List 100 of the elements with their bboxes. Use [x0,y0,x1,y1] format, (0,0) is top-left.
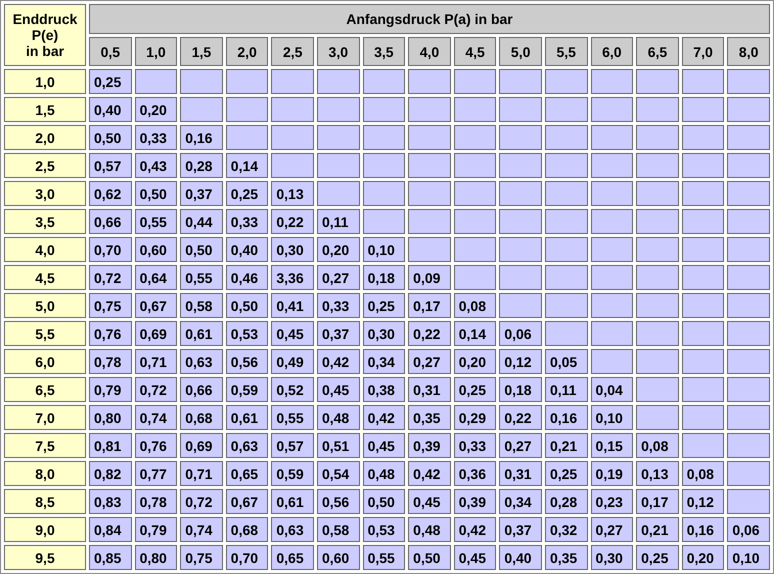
table-cell: 0,44 [180,209,223,234]
empty-cell [454,153,496,178]
table-cell: 0,25 [89,69,132,94]
empty-cell [408,181,451,206]
table-cell: 0,17 [408,293,451,318]
table-cell: 0,71 [134,349,178,374]
table-cell: 0,25 [362,293,406,318]
empty-cell [682,405,724,430]
empty-cell [499,97,542,122]
table-cell: 0,30 [590,545,634,570]
empty-cell [727,153,770,178]
table-cell: 0,51 [316,433,360,458]
empty-cell [316,125,360,150]
table-cell: 0,11 [316,209,360,234]
table-cell: 0,50 [89,125,132,150]
table-cell: 0,12 [682,489,724,514]
table-cell: 0,72 [89,265,132,290]
table-cell: 0,22 [499,405,542,430]
table-cell: 0,52 [271,377,314,402]
empty-cell [590,181,634,206]
table-cell: 0,27 [316,265,360,290]
table-cell: 0,37 [180,181,223,206]
table-cell: 0,25 [636,545,679,570]
table-cell: 0,20 [454,349,496,374]
table-cell: 0,42 [362,405,406,430]
empty-cell [590,349,634,374]
table-cell: 0,76 [89,321,132,346]
empty-cell [180,97,223,122]
empty-cell [682,153,724,178]
row-header: 4,5 [4,265,86,290]
empty-cell [271,153,314,178]
empty-cell [727,433,770,458]
table-cell: 0,68 [226,517,268,542]
empty-cell [362,97,406,122]
table-cell: 0,20 [316,237,360,262]
empty-cell [590,293,634,318]
table-cell: 0,40 [499,545,542,570]
table-cell: 0,14 [454,321,496,346]
table-cell: 0,56 [226,349,268,374]
table-cell: 0,30 [271,237,314,262]
column-header: 0,5 [89,37,132,66]
row-header: 9,0 [4,517,86,542]
empty-cell [408,97,451,122]
table-cell: 0,38 [362,377,406,402]
empty-cell [682,237,724,262]
table-cell: 0,10 [590,405,634,430]
empty-cell [727,489,770,514]
table-cell: 0,25 [226,181,268,206]
empty-cell [544,125,588,150]
table-cell: 0,22 [408,321,451,346]
empty-cell [499,293,542,318]
empty-cell [454,125,496,150]
empty-cell [636,69,679,94]
row-header-title: Enddruck P(e) in bar [4,4,86,66]
empty-cell [682,69,724,94]
empty-cell [134,69,178,94]
empty-cell [636,125,679,150]
table-cell: 0,79 [134,517,178,542]
empty-cell [408,69,451,94]
table-cell: 0,42 [408,461,451,486]
empty-cell [636,405,679,430]
empty-cell [590,265,634,290]
table-cell: 0,33 [226,209,268,234]
row-header: 2,5 [4,153,86,178]
table-cell: 0,55 [271,405,314,430]
table-cell: 0,62 [89,181,132,206]
empty-cell [499,265,542,290]
table-cell: 0,45 [271,321,314,346]
empty-cell [727,125,770,150]
column-header: 1,5 [180,37,223,66]
empty-cell [362,125,406,150]
table-cell: 0,21 [636,517,679,542]
empty-cell [454,97,496,122]
table-cell: 0,31 [499,461,542,486]
empty-cell [454,69,496,94]
table-cell: 0,80 [89,405,132,430]
empty-cell [544,153,588,178]
table-cell: 0,16 [180,125,223,150]
table-cell: 0,61 [271,489,314,514]
empty-cell [636,209,679,234]
table-cell: 0,63 [180,349,223,374]
table-cell: 0,11 [544,377,588,402]
column-header: 1,0 [134,37,178,66]
table-cell: 0,31 [408,377,451,402]
table-cell: 0,76 [134,433,178,458]
empty-cell [682,125,724,150]
table-cell: 0,06 [499,321,542,346]
empty-cell [636,349,679,374]
table-cell: 3,36 [271,265,314,290]
empty-cell [590,321,634,346]
table-cell: 0,66 [180,377,223,402]
table-cell: 0,49 [271,349,314,374]
table-cell: 0,22 [271,209,314,234]
table-cell: 0,37 [316,321,360,346]
empty-cell [544,209,588,234]
table-cell: 0,20 [134,97,178,122]
table-cell: 0,13 [271,181,314,206]
table-cell: 0,50 [180,237,223,262]
table-cell: 0,42 [454,517,496,542]
empty-cell [636,321,679,346]
